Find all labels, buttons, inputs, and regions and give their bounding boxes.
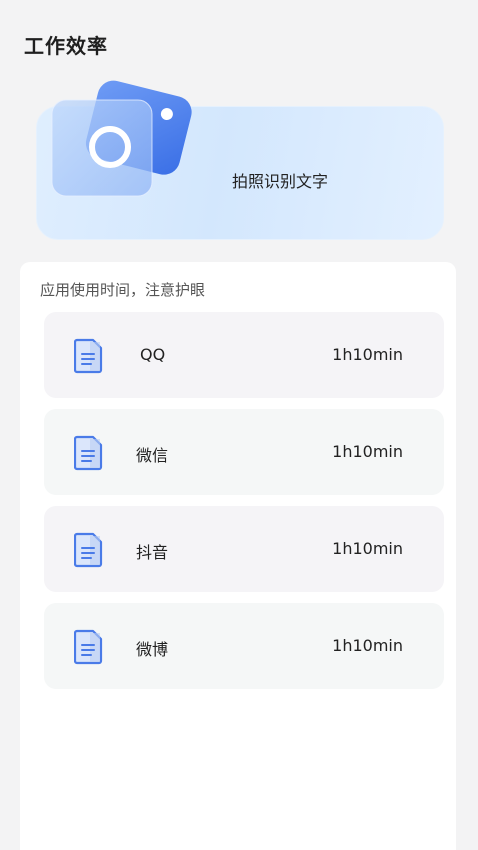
document-icon [73,629,104,665]
app-name: 微信 [136,446,169,465]
app-usage-row-douyin[interactable]: 抖音 1h10min [44,506,444,592]
app-usage-time: 1h10min [332,442,403,461]
app-usage-time: 1h10min [332,345,403,364]
page-title: 工作效率 [24,34,108,58]
app-name: 抖音 [136,543,169,562]
app-name: QQ [140,345,166,364]
document-icon [73,338,104,374]
app-usage-time: 1h10min [332,636,403,655]
screen: 工作效率 拍照识别文字 应用使用时间，注意护眼 QQ 1h10min 微信 1h… [0,0,478,850]
app-name: 微博 [136,640,169,659]
document-icon [73,435,104,471]
camera-icon [48,72,198,202]
app-usage-time: 1h10min [332,539,403,558]
app-usage-row-wechat[interactable]: 微信 1h10min [44,409,444,495]
app-usage-row-qq[interactable]: QQ 1h10min [44,312,444,398]
usage-caption: 应用使用时间，注意护眼 [40,281,206,299]
document-icon [73,532,104,568]
app-usage-row-weibo[interactable]: 微博 1h10min [44,603,444,689]
photo-ocr-label: 拍照识别文字 [232,172,329,191]
